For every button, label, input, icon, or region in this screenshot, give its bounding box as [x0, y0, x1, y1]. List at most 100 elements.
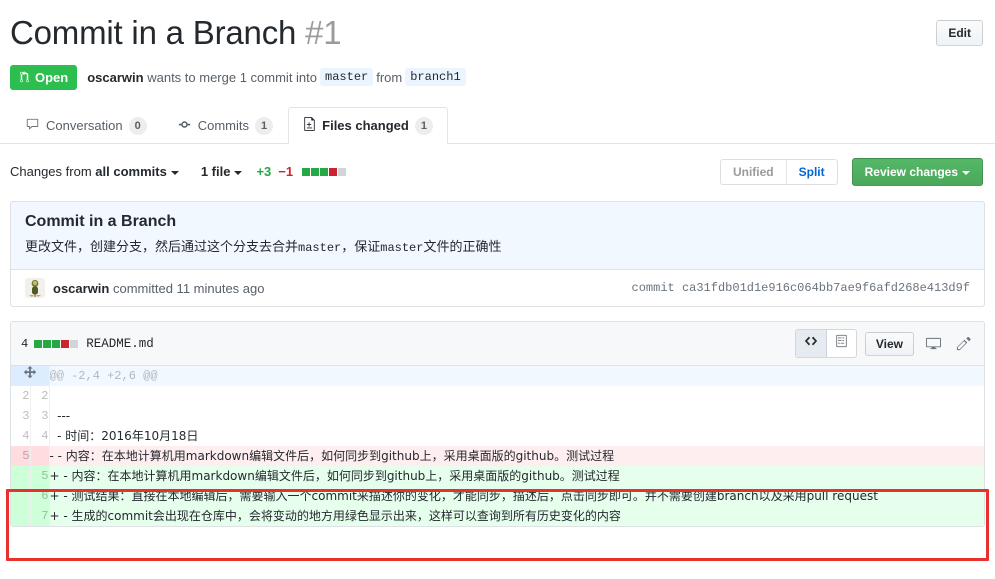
diff-table: @@ -2,4 +2,6 @@ 2 2 3 3 --- 4 4 - 时间：201… [11, 366, 984, 527]
diff-new-lineno: 4 [30, 426, 50, 447]
diffstat-blocks [302, 167, 347, 176]
commit-sha-value[interactable]: ca31fdb01d1e916c064bb7ae9f6afd268e413d9f [682, 281, 970, 295]
git-commit-icon [177, 118, 192, 134]
commit-sha-label: commit [631, 281, 675, 296]
commit-meta: oscarwin committed 11 minutes ago commit… [11, 270, 984, 307]
diffstat-block [70, 339, 79, 348]
additions-count: +3 [256, 164, 272, 180]
diff-line-content[interactable]: - - 内容：在本地计算机用markdown编辑文件后，如何同步到github上… [49, 446, 984, 467]
diff-new-lineno [30, 446, 50, 467]
diff-toolbar: Changes from all commits 1 file +3 −1 Un… [0, 144, 995, 196]
tab-files-changed[interactable]: Files changed 1 [288, 106, 448, 144]
diff-old-lineno: 2 [11, 386, 31, 407]
file-diff-header: 4 README.md View [11, 322, 984, 367]
diff-old-lineno: 3 [11, 406, 31, 427]
code-icon [804, 334, 818, 353]
commit-author[interactable]: oscarwin [53, 281, 109, 296]
rendered-view-button[interactable] [827, 330, 856, 357]
tab-conversation-label: Conversation [46, 118, 123, 134]
diffstat-block [43, 339, 52, 348]
diff-old-lineno: 5 [11, 446, 31, 467]
commit-desc-part: 文件的正确性 [423, 239, 502, 255]
diff-line-content[interactable]: + - 测试结果：直接在本地编辑后，需要输入一个commit来描述你的变化，才能… [49, 486, 984, 507]
chevron-down-icon [962, 170, 970, 175]
file-filter-dropdown[interactable]: 1 file [201, 164, 243, 179]
deletions-count: −1 [278, 164, 294, 180]
commit-description: 更改文件，创建分支，然后通过这个分支去合并master，保证master文件的正… [25, 238, 970, 258]
changes-from-value: all commits [95, 164, 167, 180]
view-file-button[interactable]: View [864, 331, 914, 356]
source-view-button[interactable] [795, 330, 827, 358]
unfold-icon[interactable] [11, 366, 49, 380]
review-changes-button[interactable]: Review changes [851, 157, 983, 186]
diff-row-context: 4 4 - 时间：2016年10月18日 [11, 426, 984, 447]
review-changes-label: Review changes [864, 164, 958, 179]
diff-new-lineno: 2 [30, 386, 50, 407]
tab-conversation[interactable]: Conversation 0 [10, 107, 162, 144]
diff-line-content[interactable]: --- [49, 406, 984, 426]
tab-files-changed-count: 1 [414, 116, 433, 135]
status-badge: Open [10, 64, 78, 90]
file-view-toggle [794, 329, 857, 359]
pencil-icon[interactable] [953, 336, 974, 351]
file-diffstat-blocks [34, 339, 79, 348]
commit-body: Commit in a Branch 更改文件，创建分支，然后通过这个分支去合并… [11, 202, 984, 271]
merge-text-1: wants to merge 1 commit into [147, 69, 318, 85]
base-branch-chip[interactable]: master [320, 68, 374, 87]
diff-view-controls: Unified Split Review changes [719, 157, 983, 186]
diffstat: +3 −1 [256, 164, 347, 180]
diff-old-lineno [11, 506, 31, 527]
edit-button[interactable]: Edit [936, 20, 983, 46]
file-icon [835, 334, 848, 353]
diffstat-block [302, 167, 311, 176]
expand-hunk-cell[interactable] [11, 366, 50, 387]
commit-desc-code: master [380, 240, 424, 255]
unified-view-button[interactable]: Unified [721, 159, 787, 184]
file-diff: 4 README.md View @@ -2,4 +2,6 @@ 2 2 3 3… [10, 321, 985, 528]
diff-old-lineno [11, 486, 31, 507]
file-filter-value: 1 file [200, 164, 231, 180]
pr-number: #1 [305, 14, 342, 51]
diff-line-content[interactable]: + - 内容：在本地计算机用markdown编辑文件后，如何同步到github上… [49, 466, 984, 487]
diffstat-block [329, 167, 338, 176]
commit-card: Commit in a Branch 更改文件，创建分支，然后通过这个分支去合并… [10, 200, 985, 308]
diff-file-icon [303, 117, 316, 134]
diff-row-addition: 5 + - 内容：在本地计算机用markdown编辑文件后，如何同步到githu… [11, 466, 984, 487]
diff-line-content[interactable]: - 时间：2016年10月18日 [49, 426, 984, 446]
changes-from-dropdown[interactable]: all commits [95, 164, 179, 179]
diff-hunk-header-row: @@ -2,4 +2,6 @@ [11, 366, 984, 387]
diff-new-lineno: 6 [30, 486, 50, 507]
diff-new-lineno: 7 [30, 506, 50, 527]
file-name[interactable]: README.md [86, 337, 154, 351]
display-icon[interactable] [922, 336, 945, 351]
commit-meta-text: oscarwin committed 11 minutes ago [53, 281, 264, 296]
commit-action-text: committed 11 minutes ago [112, 280, 265, 296]
diff-line-content[interactable] [49, 386, 984, 406]
diffstat-block [61, 339, 70, 348]
head-branch-chip[interactable]: branch1 [405, 68, 466, 87]
diff-row-context: 2 2 [11, 386, 984, 407]
pr-title-row: Commit in a Branch #1 [10, 14, 979, 52]
diffstat-block [338, 167, 347, 176]
diff-row-deletion: 5 - - 内容：在本地计算机用markdown编辑文件后，如何同步到githu… [11, 446, 984, 467]
avatar[interactable] [25, 278, 45, 299]
tab-commits[interactable]: Commits 1 [162, 107, 288, 144]
commit-desc-part: 更改文件，创建分支，然后通过这个分支去合并 [25, 239, 299, 255]
tab-commits-label: Commits [197, 118, 250, 134]
diff-hunk-header: @@ -2,4 +2,6 @@ [49, 366, 984, 387]
status-badge-label: Open [35, 69, 69, 85]
tab-files-changed-label: Files changed [322, 118, 409, 134]
chevron-down-icon [170, 171, 179, 175]
split-view-button[interactable]: Split [787, 160, 837, 184]
diff-new-lineno: 5 [30, 466, 50, 487]
pr-author[interactable]: oscarwin [87, 70, 143, 85]
tab-commits-count: 1 [255, 116, 274, 135]
commit-title: Commit in a Branch [25, 212, 177, 230]
pull-request-icon [19, 71, 30, 83]
diff-line-content[interactable]: + - 生成的commit会出现在仓库中，会将变动的地方用绿色显示出来，这样可以… [49, 506, 984, 527]
tab-conversation-count: 0 [128, 116, 147, 135]
diff-view-toggle: Unified Split [719, 158, 838, 185]
pr-header: Commit in a Branch #1 Edit Open oscarwin… [0, 0, 995, 90]
diff-new-lineno: 3 [30, 406, 50, 427]
commit-desc-code: master [298, 240, 342, 255]
